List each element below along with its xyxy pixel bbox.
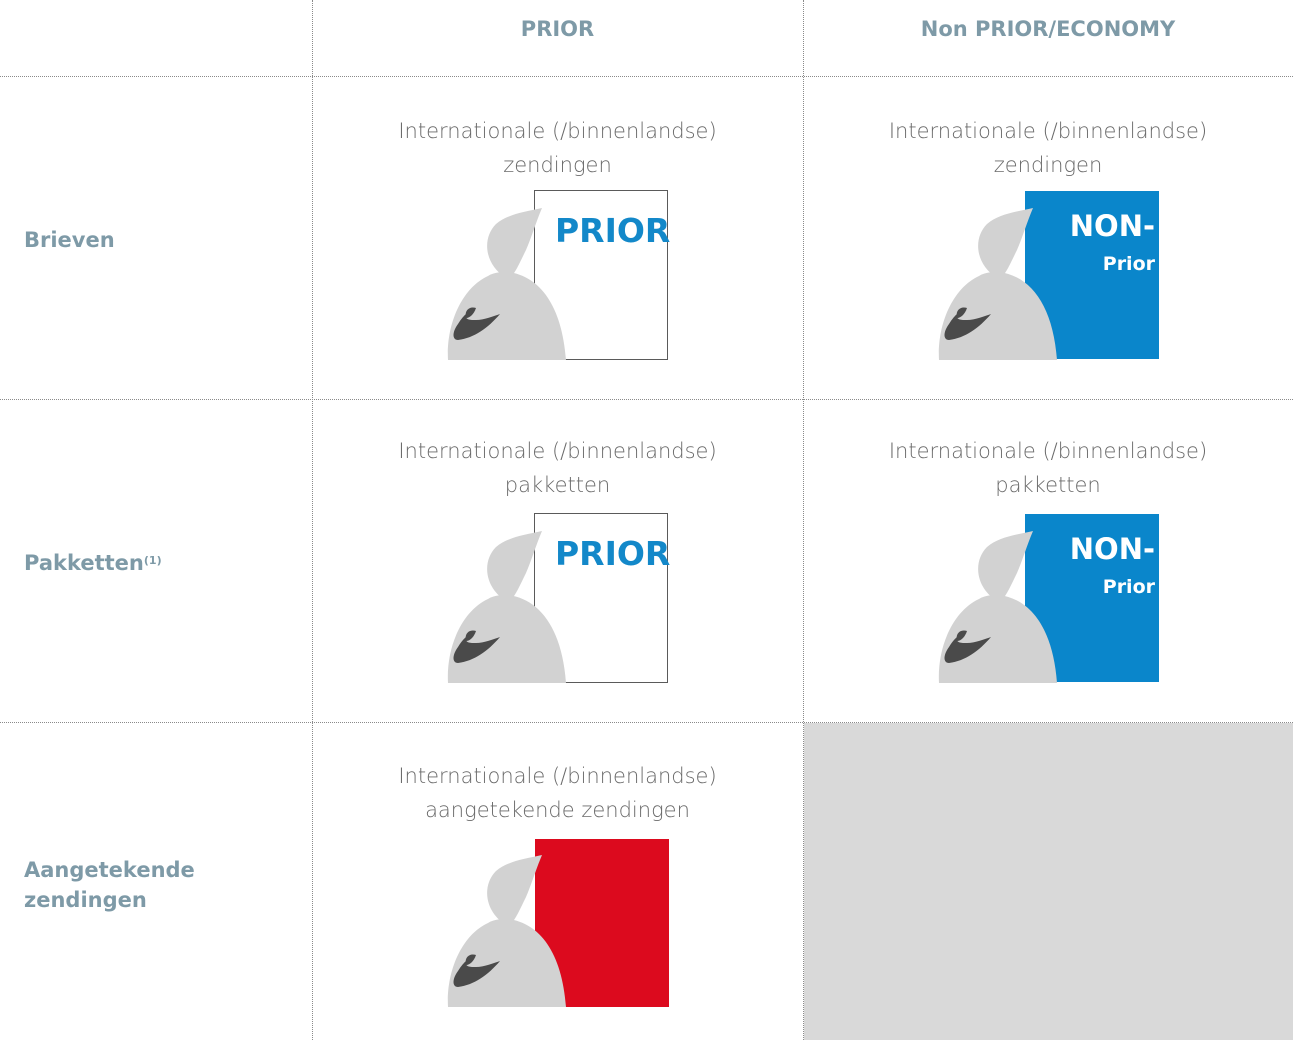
non-prior-card-label-big: NON- [1069, 532, 1155, 566]
cell-caption: Internationale (/binnenlandse) pakketten [312, 434, 803, 502]
prior-card-label: PRIOR [555, 211, 671, 250]
caption-line-2: zendingen [993, 153, 1103, 177]
prior-card-label: PRIOR [555, 534, 671, 573]
row-header-parcels-footnote: (1) [143, 554, 162, 567]
postal-bag-icon [447, 208, 566, 360]
non-prior-card-label-small: Prior [1102, 576, 1155, 598]
postal-bag-icon [938, 208, 1057, 360]
cell-parcels-prior: Internationale (/binnenlandse) pakketten… [312, 399, 803, 722]
postal-bag-icon [447, 531, 566, 683]
row-header-parcels: Pakketten(1) [24, 548, 294, 578]
caption-line-1: Internationale (/binnenlandse) [398, 119, 717, 143]
caption-line-1: Internationale (/binnenlandse) [888, 439, 1208, 463]
caption-line-1: Internationale (/binnenlandse) [398, 439, 717, 463]
caption-line-2: aangetekende zendingen [425, 798, 690, 822]
column-header-prior: PRIOR [520, 17, 595, 41]
postal-bag-icon [447, 855, 566, 1007]
caption-line-1: Internationale (/binnenlandse) [398, 764, 717, 788]
caption-line-2: pakketten [995, 473, 1101, 497]
row-header-letters: Brieven [24, 225, 294, 255]
row-header-registered: Aangetekende zendingen [24, 855, 294, 915]
row-header-registered-line1: Aangetekende [24, 858, 195, 882]
cell-letters-prior: Internationale (/binnenlandse) zendingen… [312, 76, 803, 399]
caption-line-1: Internationale (/binnenlandse) [888, 119, 1208, 143]
postal-bag-icon [938, 531, 1057, 683]
row-header-letters-label: Brieven [24, 228, 115, 252]
row-header-registered-line2: zendingen [24, 888, 147, 912]
cell-parcels-non-prior: Internationale (/binnenlandse) pakketten… [803, 399, 1293, 722]
cell-registered-prior: Internationale (/binnenlandse) aangeteke… [312, 722, 803, 1040]
column-header-non-prior: Non PRIOR/ECONOMY [920, 17, 1176, 41]
non-prior-card-label-big: NON- [1069, 209, 1155, 243]
cell-registered-non-prior-empty [804, 723, 1293, 1040]
cell-letters-non-prior: Internationale (/binnenlandse) zendingen… [803, 76, 1293, 399]
cell-caption: Internationale (/binnenlandse) aangeteke… [312, 759, 803, 827]
caption-line-2: zendingen [503, 153, 612, 177]
cell-caption: Internationale (/binnenlandse) zendingen [312, 114, 803, 182]
caption-line-2: pakketten [504, 473, 611, 497]
row-header-parcels-label: Pakketten [24, 551, 144, 575]
cell-caption: Internationale (/binnenlandse) pakketten [803, 434, 1293, 502]
cell-caption: Internationale (/binnenlandse) zendingen [803, 114, 1293, 182]
non-prior-card-label-small: Prior [1102, 253, 1155, 275]
